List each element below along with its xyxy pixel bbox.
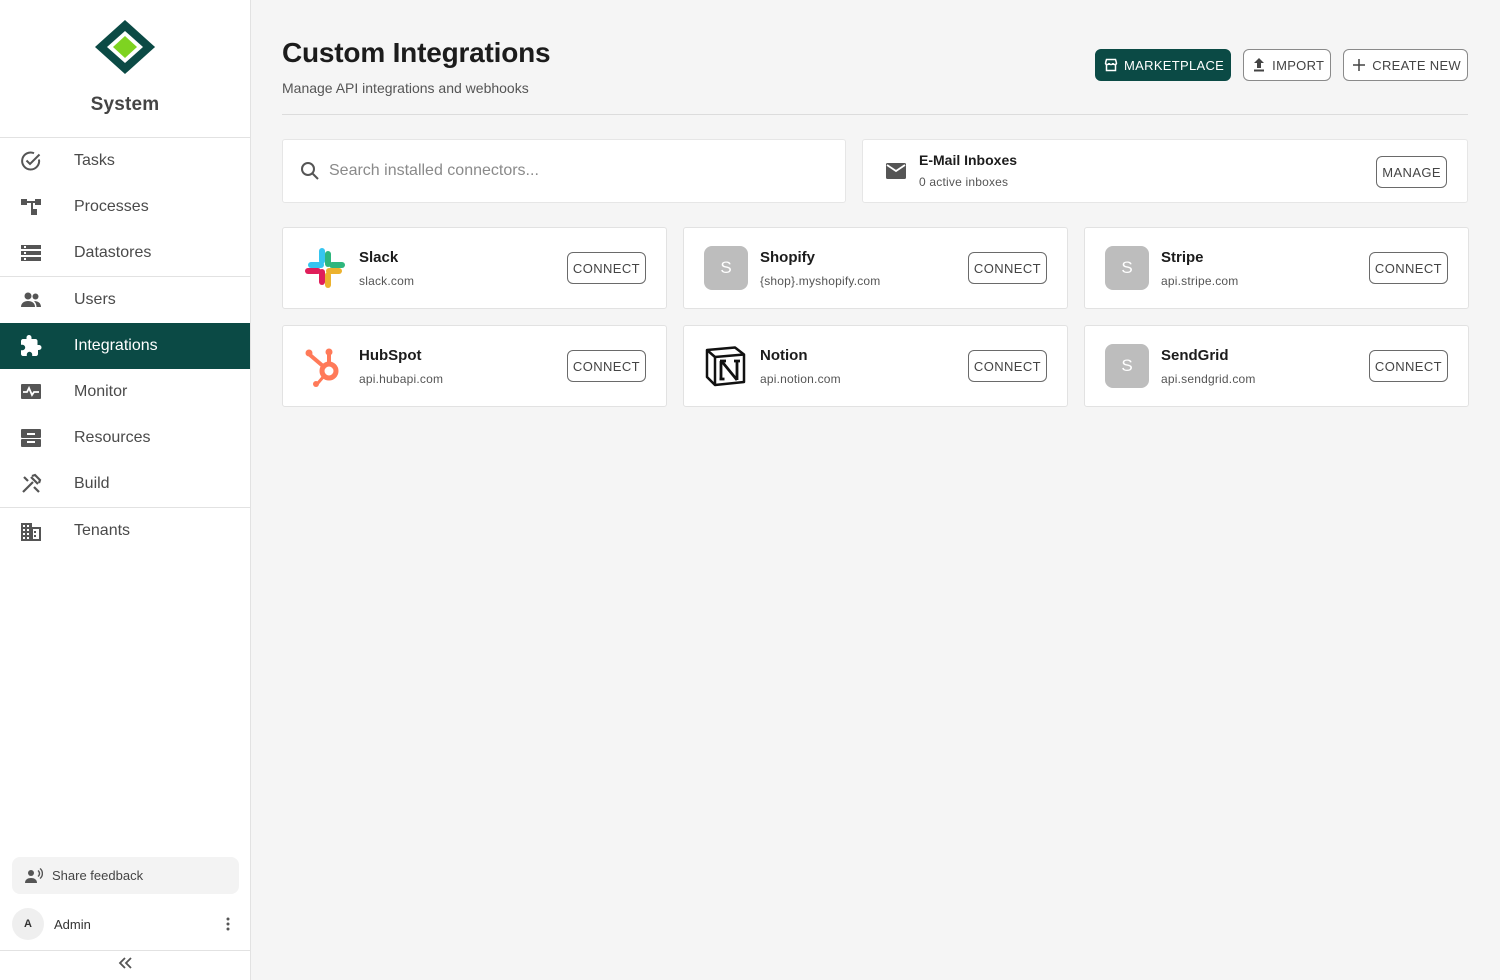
connector-host: api.stripe.com	[1161, 274, 1239, 288]
placeholder-logo-icon: S	[1105, 246, 1149, 290]
connect-button[interactable]: CONNECT	[1368, 350, 1448, 382]
sidebar-item-users[interactable]: Users	[0, 277, 250, 323]
import-button[interactable]: IMPORT	[1243, 49, 1332, 81]
main-content: Custom Integrations Manage API integrati…	[282, 0, 1469, 407]
slack-logo-icon	[303, 246, 347, 290]
connector-name: Notion	[760, 347, 808, 364]
sidebar-item-tasks[interactable]: Tasks	[0, 138, 250, 184]
check-circle-icon	[20, 150, 42, 172]
connect-button[interactable]: CONNECT	[566, 252, 646, 284]
connector-name: Stripe	[1161, 249, 1204, 266]
connector-name: HubSpot	[359, 347, 422, 364]
nav-group-work: Tasks Processes Datastores	[0, 138, 250, 277]
import-label: IMPORT	[1272, 57, 1325, 73]
feedback-icon	[24, 866, 44, 886]
puzzle-icon	[20, 335, 42, 357]
search-box	[282, 139, 846, 203]
nav-group-admin: Users Integrations Monitor Resources Bui…	[0, 277, 250, 508]
connector-host: api.notion.com	[760, 372, 841, 386]
sidebar-item-monitor[interactable]: Monitor	[0, 369, 250, 415]
page-title: Custom Integrations	[282, 37, 551, 68]
sidebar-item-label: Monitor	[74, 383, 128, 400]
connect-button[interactable]: CONNECT	[1368, 252, 1448, 284]
marketplace-label: MARKETPLACE	[1124, 57, 1225, 73]
inboxes-title: E-Mail Inboxes	[919, 152, 1018, 168]
connector-name: Shopify	[760, 249, 815, 266]
connector-host: {shop}.myshopify.com	[760, 274, 881, 288]
placeholder-logo-icon: S	[1105, 344, 1149, 388]
inboxes-count: 0 active inboxes	[919, 175, 1009, 189]
storefront-icon	[1104, 58, 1118, 72]
connect-button[interactable]: CONNECT	[967, 350, 1047, 382]
connector-card-slack: Slack slack.com CONNECT	[282, 227, 667, 309]
tray-icon	[20, 427, 42, 449]
monitor-pulse-icon	[20, 381, 42, 403]
search-icon	[299, 160, 321, 182]
connector-grid: Slack slack.com CONNECT S Shopify {shop}…	[282, 227, 1469, 407]
share-feedback-label: Share feedback	[52, 868, 144, 883]
sidebar: System Tasks Processes Datastores Users …	[0, 0, 251, 980]
sidebar-item-label: Build	[74, 475, 110, 492]
sidebar-item-processes[interactable]: Processes	[0, 184, 250, 230]
sidebar-item-resources[interactable]: Resources	[0, 415, 250, 461]
connector-card-sendgrid: S SendGrid api.sendgrid.com CONNECT	[1084, 325, 1469, 407]
sidebar-item-label: Tenants	[74, 522, 131, 539]
connect-button[interactable]: CONNECT	[967, 252, 1047, 284]
tools-icon	[20, 473, 42, 495]
sidebar-item-tenants[interactable]: Tenants	[0, 508, 250, 554]
connector-card-stripe: S Stripe api.stripe.com CONNECT	[1084, 227, 1469, 309]
create-new-label: CREATE NEW	[1372, 57, 1461, 73]
sidebar-item-integrations[interactable]: Integrations	[0, 323, 250, 369]
brand: System	[0, 0, 250, 138]
sidebar-item-label: Users	[74, 291, 116, 308]
marketplace-button[interactable]: MARKETPLACE	[1095, 49, 1232, 81]
page-header: Custom Integrations Manage API integrati…	[282, 0, 1468, 115]
double-chevron-left-icon	[117, 956, 133, 975]
sidebar-item-label: Resources	[74, 429, 151, 446]
connector-name: Slack	[359, 249, 399, 266]
user-name: Admin	[54, 916, 91, 932]
search-input[interactable]	[329, 162, 809, 180]
placeholder-logo-icon: S	[704, 246, 748, 290]
email-inboxes-card: E-Mail Inboxes 0 active inboxes MANAGE	[862, 139, 1468, 203]
more-vert-icon[interactable]	[217, 913, 239, 935]
connector-name: SendGrid	[1161, 347, 1229, 364]
sidebar-item-label: Processes	[74, 198, 149, 215]
users-icon	[20, 289, 42, 311]
connector-card-notion: Notion api.notion.com CONNECT	[683, 325, 1068, 407]
app-logo[interactable]	[93, 18, 157, 76]
share-feedback-button[interactable]: Share feedback	[12, 857, 239, 894]
connector-card-shopify: S Shopify {shop}.myshopify.com CONNECT	[683, 227, 1068, 309]
app-name: System	[90, 94, 160, 115]
notion-logo-icon	[704, 344, 748, 388]
avatar: A	[12, 908, 44, 940]
top-row: E-Mail Inboxes 0 active inboxes MANAGE	[282, 139, 1468, 203]
sidebar-item-build[interactable]: Build	[0, 461, 250, 507]
plus-icon	[1352, 58, 1366, 72]
hubspot-logo-icon	[303, 344, 347, 388]
connector-card-hubspot: HubSpot api.hubapi.com CONNECT	[282, 325, 667, 407]
connector-host: api.sendgrid.com	[1161, 372, 1256, 386]
upload-icon	[1252, 58, 1266, 72]
collapse-sidebar-button[interactable]	[0, 950, 250, 980]
header-actions: MARKETPLACE IMPORT CREATE NEW	[1095, 49, 1468, 81]
connect-button[interactable]: CONNECT	[566, 350, 646, 382]
connector-host: slack.com	[359, 274, 415, 288]
list-rows-icon	[20, 242, 42, 264]
sidebar-item-label: Integrations	[74, 337, 158, 354]
page-subtitle: Manage API integrations and webhooks	[282, 80, 529, 96]
manage-inboxes-button[interactable]: MANAGE	[1376, 156, 1447, 188]
connector-host: api.hubapi.com	[359, 372, 444, 386]
create-new-button[interactable]: CREATE NEW	[1343, 49, 1468, 81]
mail-icon	[885, 162, 907, 182]
process-tree-icon	[20, 196, 42, 218]
user-profile[interactable]: A Admin	[12, 908, 239, 940]
nav-group-tenants: Tenants	[0, 508, 250, 554]
building-icon	[20, 520, 42, 542]
sidebar-item-label: Datastores	[74, 244, 152, 261]
sidebar-item-datastores[interactable]: Datastores	[0, 230, 250, 276]
sidebar-item-label: Tasks	[74, 152, 115, 169]
